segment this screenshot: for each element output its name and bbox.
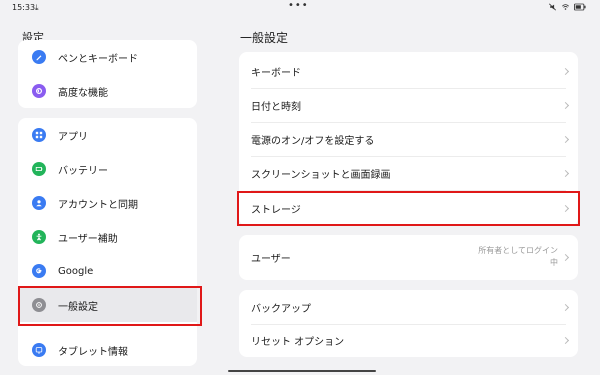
right-group-user: ユーザー 所有者としてログイン 中 [239,235,578,280]
left-group-2: アプリ バッテリー アカウントと同期 ユーザー補助 Google 一般設定 タブ… [18,118,197,366]
settings-item-users[interactable]: ユーザー 所有者としてログイン 中 [239,235,578,280]
sidebar-item-battery[interactable]: バッテリー [18,160,197,178]
settings-item-screenshot-recording[interactable]: スクリーンショットと画面録画 [239,156,578,190]
accessibility-icon [32,230,46,244]
settings-item-date-time[interactable]: 日付と時刻 [239,88,578,122]
right-group-3: バックアップ リセット オプション [239,290,578,357]
sidebar-item-accounts[interactable]: アカウントと同期 [18,194,197,212]
advanced-icon [32,84,46,98]
sidebar-item-accessibility[interactable]: ユーザー補助 [18,228,197,246]
settings-item-label: ユーザー [251,254,291,265]
sidebar-item-label: ペンとキーボード [58,53,138,65]
user-status-line2: 中 [550,258,558,267]
status-bar: 15:33 ⤓ ••• [0,0,600,18]
download-icon: ⤓ [35,3,39,12]
settings-item-backup[interactable]: バックアップ [239,291,578,324]
chevron-right-icon [561,169,570,177]
settings-item-label: キーボード [251,67,301,79]
settings-item-reset-options[interactable]: リセット オプション [239,324,578,357]
settings-item-keyboard[interactable]: キーボード [239,54,578,88]
settings-item-label: バックアップ [251,304,311,315]
highlight-storage [237,191,580,226]
chevron-right-icon [561,336,570,345]
wifi-icon [562,4,569,10]
chevron-right-icon [561,135,570,143]
sidebar-item-label: アカウントと同期 [58,199,138,211]
sidebar-item-google[interactable]: Google [18,262,197,280]
sidebar-item-tablet-info[interactable]: タブレット情報 [18,341,197,359]
chevron-right-icon [561,101,570,109]
sidebar-item-advanced[interactable]: 高度な機能 [18,82,197,100]
sidebar-item-apps[interactable]: アプリ [18,126,197,144]
status-icons [548,3,586,11]
multitask-dots[interactable]: ••• [288,0,309,11]
account-icon [32,196,46,210]
section-title: 一般設定 [240,31,289,45]
sidebar-item-label: 高度な機能 [58,87,108,99]
tablet-info-icon [32,343,46,357]
apps-icon [32,128,46,142]
google-icon [32,264,46,278]
sidebar-item-label: ユーザー補助 [58,233,118,245]
sidebar-item-label: バッテリー [58,165,108,177]
user-status-text: 所有者としてログイン 中 [478,245,558,269]
chevron-right-icon [561,67,570,75]
user-status-line1: 所有者としてログイン [478,246,558,255]
settings-item-label: 電源のオン/オフを設定する [251,135,375,147]
settings-item-label: 日付と時刻 [251,101,301,113]
pen-icon [32,50,46,64]
left-group-1: ペンとキーボード 高度な機能 [18,40,197,108]
mute-icon [549,3,556,11]
home-indicator[interactable] [228,370,376,372]
battery-status-icon [574,3,586,11]
settings-item-label: リセット オプション [251,337,345,348]
sidebar-item-label: Google [58,265,94,277]
sidebar-item-label: タブレット情報 [58,346,128,358]
chevron-right-icon [561,253,570,262]
sidebar-item-label: アプリ [58,131,88,143]
highlight-general-settings [18,286,202,326]
battery-icon [32,162,46,176]
settings-item-power-schedule[interactable]: 電源のオン/オフを設定する [239,122,578,156]
chevron-right-icon [561,303,570,312]
settings-item-label: スクリーンショットと画面録画 [251,169,391,181]
sidebar-item-pen-keyboard[interactable]: ペンとキーボード [18,48,197,66]
status-time: 15:33 [12,3,36,12]
